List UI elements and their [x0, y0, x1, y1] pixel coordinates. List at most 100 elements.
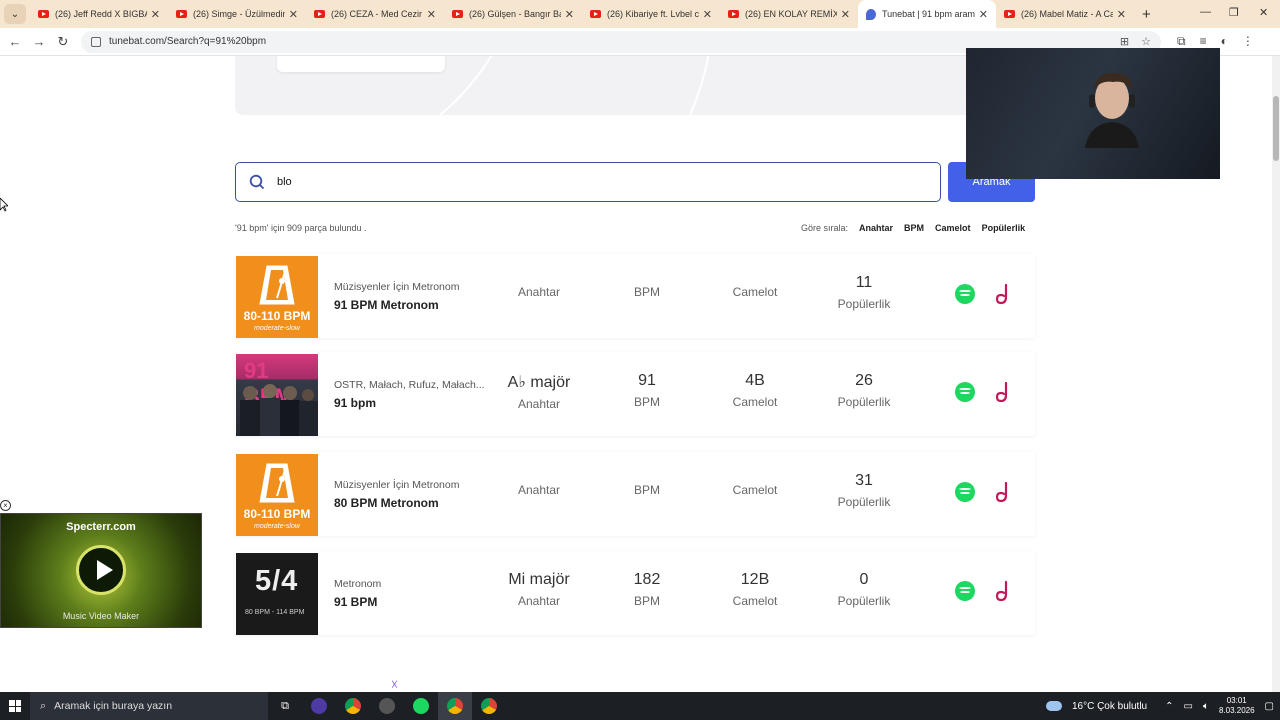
- track-title[interactable]: 91 BPM Metronom: [334, 298, 439, 312]
- deezer-icon[interactable]: [995, 283, 1011, 305]
- deezer-icon[interactable]: [995, 580, 1011, 602]
- start-button[interactable]: [0, 700, 30, 712]
- tunebat-favicon-icon: [866, 8, 876, 20]
- extensions-icon[interactable]: ⧉: [1177, 34, 1186, 49]
- specterr-overlay[interactable]: Specterr.com Music Video Maker: [0, 513, 202, 628]
- album-art[interactable]: 80-110 BPM moderate-slow: [236, 256, 318, 338]
- tab[interactable]: (26) CEZA - Med Cezir (Of ✕: [306, 0, 444, 28]
- spotify-icon[interactable]: [955, 581, 975, 601]
- weather-text[interactable]: 16°C Çok bulutlu: [1072, 701, 1147, 712]
- sort-key[interactable]: Anahtar: [859, 223, 893, 233]
- spotify-icon[interactable]: [955, 482, 975, 502]
- tab[interactable]: (26) Gülşen - Bangır Bang ✕: [444, 0, 582, 28]
- tab-close-icon[interactable]: ✕: [427, 8, 436, 21]
- album-art-text: 5/4: [255, 565, 299, 597]
- tray-chevron-icon[interactable]: ⌃: [1165, 701, 1173, 712]
- speaker-icon[interactable]: 🔈︎: [1203, 701, 1209, 712]
- window-close-button[interactable]: ✕: [1259, 6, 1268, 19]
- clock[interactable]: 03:01 8.03.2026: [1219, 696, 1255, 716]
- album-art-people: [240, 384, 318, 436]
- sort-bpm[interactable]: BPM: [904, 223, 924, 233]
- bookmark-star-icon[interactable]: ☆: [1141, 35, 1151, 48]
- track-row[interactable]: 91 BPM OSTR, Małach, Rufuz, Małach... 91 b…: [235, 352, 1035, 436]
- maximize-button[interactable]: ❐: [1229, 6, 1239, 19]
- taskbar-chrome-2-icon[interactable]: [472, 692, 506, 720]
- sort-camelot[interactable]: Camelot: [935, 223, 971, 233]
- taskbar-search[interactable]: ⌕ Aramak için buraya yazın: [30, 692, 268, 720]
- reload-icon[interactable]: ↻: [51, 34, 75, 50]
- tab[interactable]: (26) EN KOLAY REMİX YA ✕: [720, 0, 858, 28]
- streamer-image: [1085, 72, 1139, 148]
- track-key-label: Anahtar: [517, 285, 561, 299]
- album-art[interactable]: 91 BPM: [236, 354, 318, 436]
- tab-close-icon[interactable]: ✕: [151, 8, 160, 21]
- taskbar-app-3-icon[interactable]: [370, 692, 404, 720]
- task-view-icon[interactable]: ⧉: [268, 692, 302, 720]
- tab-close-icon[interactable]: ✕: [703, 8, 712, 21]
- tab-close-icon[interactable]: ✕: [565, 8, 574, 21]
- deezer-icon[interactable]: [995, 481, 1011, 503]
- taskbar-chrome-icon[interactable]: [336, 692, 370, 720]
- overlay-close-icon[interactable]: ×: [0, 500, 11, 511]
- reading-list-icon[interactable]: ≡: [1200, 34, 1207, 49]
- network-icon[interactable]: ▭: [1184, 701, 1193, 712]
- track-popularity-cell: 11 Popülerlik: [809, 274, 919, 311]
- track-camelot-cell: 4B Camelot: [700, 372, 810, 409]
- play-icon[interactable]: [76, 545, 126, 595]
- minimize-button[interactable]: —: [1200, 6, 1211, 18]
- track-artist[interactable]: OSTR, Małach, Rufuz, Małach...: [334, 379, 489, 391]
- profile-icon[interactable]: ◐: [1221, 34, 1228, 49]
- notification-icon[interactable]: ▢: [1265, 701, 1274, 712]
- track-artist[interactable]: Metronom: [334, 578, 489, 590]
- album-art-subtext: moderate-slow: [254, 523, 300, 530]
- new-tab-button[interactable]: +: [1142, 6, 1151, 23]
- tab-close-icon[interactable]: ✕: [841, 8, 850, 21]
- spotify-icon[interactable]: [955, 382, 975, 402]
- spotify-icon[interactable]: [955, 284, 975, 304]
- taskbar-spotify-icon[interactable]: [404, 692, 438, 720]
- page-scrollbar[interactable]: [1272, 56, 1280, 692]
- tab-search-menu-button[interactable]: ⌄: [4, 4, 26, 24]
- tab-close-icon[interactable]: ✕: [979, 8, 988, 21]
- back-icon[interactable]: ←: [3, 34, 27, 49]
- track-popularity-cell: 26 Popülerlik: [809, 372, 919, 409]
- track-key-cell: Anahtar: [484, 285, 594, 299]
- track-title[interactable]: 80 BPM Metronom: [334, 496, 439, 510]
- track-title[interactable]: 91 BPM: [334, 595, 377, 609]
- track-row[interactable]: 5/4 80 BPM - 114 BPM Metronom 91 BPM Mi majö…: [235, 551, 1035, 635]
- sort-popularity[interactable]: Popülerlik: [982, 223, 1026, 233]
- track-artist[interactable]: Müzisyenler İçin Metronom: [334, 281, 489, 293]
- scrollbar-thumb[interactable]: [1273, 96, 1279, 161]
- track-bpm-value: 91: [638, 372, 656, 389]
- hero-decoration: [439, 56, 710, 115]
- tab[interactable]: (26) Kibariye ft. Lvbel c5 - \ ✕: [582, 0, 720, 28]
- tab-active[interactable]: Tunebat | 91 bpm aramas ✕: [858, 0, 996, 28]
- tab[interactable]: (26) Mabel Matiz - A Can ✕: [996, 0, 1134, 28]
- track-title[interactable]: 91 bpm: [334, 396, 376, 410]
- search-input[interactable]: [277, 176, 940, 188]
- tab[interactable]: (26) Jeff Redd X BIGBAT - ✕: [30, 0, 168, 28]
- tab-close-icon[interactable]: ✕: [1117, 8, 1126, 21]
- deezer-icon[interactable]: [995, 381, 1011, 403]
- track-bpm-label: BPM: [633, 285, 660, 299]
- taskbar-app-1-icon[interactable]: [302, 692, 336, 720]
- track-popularity-value: 11: [855, 274, 873, 291]
- url-text[interactable]: tunebat.com/Search?q=91%20bpm: [109, 36, 1120, 47]
- site-info-icon[interactable]: [91, 36, 101, 47]
- tab-close-icon[interactable]: ✕: [289, 8, 298, 21]
- forward-icon[interactable]: →: [27, 34, 51, 49]
- track-key-cell: Anahtar: [484, 483, 594, 497]
- translate-icon[interactable]: ⊞: [1120, 35, 1129, 48]
- album-art[interactable]: 80-110 BPM moderate-slow: [236, 454, 318, 536]
- browser-menu-icon[interactable]: ⋮: [1242, 34, 1254, 49]
- tab[interactable]: (26) Simge - Üzülmedin m ✕: [168, 0, 306, 28]
- weather-icon[interactable]: [1045, 701, 1062, 711]
- youtube-favicon-icon: [1004, 10, 1015, 18]
- track-artist[interactable]: Müzisyenler İçin Metronom: [334, 479, 489, 491]
- track-popularity-value: 31: [855, 472, 873, 489]
- tab-label: (26) Jeff Redd X BIGBAT -: [55, 9, 147, 19]
- track-row[interactable]: 80-110 BPM moderate-slow Müzisyenler İçin …: [235, 254, 1035, 338]
- track-row[interactable]: 80-110 BPM moderate-slow Müzisyenler İçin …: [235, 452, 1035, 536]
- taskbar-chrome-active-icon[interactable]: [438, 692, 472, 720]
- album-art[interactable]: 5/4 80 BPM - 114 BPM: [236, 553, 318, 635]
